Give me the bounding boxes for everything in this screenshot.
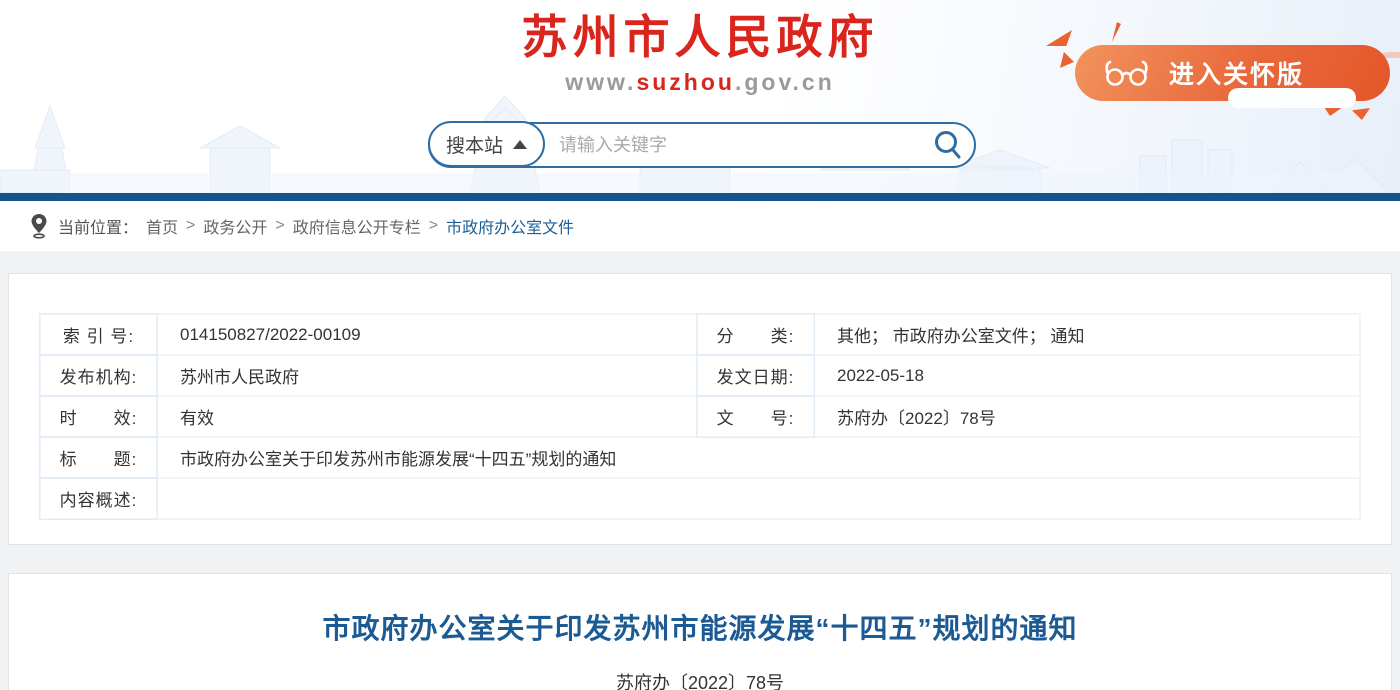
issue-date-value: 2022-05-18 xyxy=(814,355,1360,396)
location-pin-icon xyxy=(30,213,48,239)
index-number-value: 014150827/2022-00109 xyxy=(157,314,697,355)
category-value: 其他； 市政府办公室文件； 通知 xyxy=(814,314,1360,355)
search-button[interactable] xyxy=(922,124,974,166)
document-meta-table: 索 引 号: 014150827/2022-00109 分 类: 其他； 市政府… xyxy=(39,313,1361,520)
doc-number-label: 文 号: xyxy=(697,396,814,437)
document-number: 苏府办〔2022〕78号 xyxy=(9,669,1391,690)
table-row: 索 引 号: 014150827/2022-00109 分 类: 其他； 市政府… xyxy=(40,314,1360,355)
breadcrumb-label: 当前位置： xyxy=(58,214,138,238)
validity-value: 有效 xyxy=(157,396,697,437)
document-body-card: 市政府办公室关于印发苏州市能源发展“十四五”规划的通知 苏府办〔2022〕78号 xyxy=(8,573,1392,690)
table-row: 时 效: 有效 文 号: 苏府办〔2022〕78号 xyxy=(40,396,1360,437)
search-scope-dropdown[interactable]: 搜本站 xyxy=(428,121,545,167)
glasses-icon xyxy=(1101,58,1153,88)
breadcrumb-separator: > xyxy=(429,217,438,235)
search-input[interactable] xyxy=(545,135,922,156)
site-header: 苏州市人民政府 www.suzhou.gov.cn 搜本站 xyxy=(0,0,1400,193)
summary-value xyxy=(157,478,1360,519)
issuing-agency-label: 发布机构: xyxy=(40,355,157,396)
validity-label: 时 效: xyxy=(40,396,157,437)
search-icon xyxy=(932,129,964,161)
table-row: 发布机构: 苏州市人民政府 发文日期: 2022-05-18 xyxy=(40,355,1360,396)
index-number-label: 索 引 号: xyxy=(40,314,157,355)
care-version-label: 进入关怀版 xyxy=(1169,55,1304,91)
site-url-brand: suzhou xyxy=(636,69,735,95)
breadcrumb-item-home[interactable]: 首页 xyxy=(146,214,178,238)
breadcrumb-item-office-documents[interactable]: 市政府办公室文件 xyxy=(446,214,574,238)
category-label: 分 类: xyxy=(697,314,814,355)
issuing-agency-value: 苏州市人民政府 xyxy=(157,355,697,396)
care-button-notch xyxy=(1228,88,1356,108)
doc-number-value: 苏府办〔2022〕78号 xyxy=(814,396,1360,437)
header-divider-bar xyxy=(0,193,1400,201)
site-url-suffix: .gov.cn xyxy=(735,69,835,95)
breadcrumb-item-open-gov[interactable]: 政务公开 xyxy=(203,214,267,238)
breadcrumb-separator: > xyxy=(186,217,195,235)
breadcrumb-separator: > xyxy=(275,217,284,235)
summary-label: 内容概述: xyxy=(40,478,157,519)
dropdown-arrow-icon xyxy=(513,140,527,149)
care-version-button[interactable]: 进入关怀版 xyxy=(1075,45,1390,101)
table-row: 标 题: 市政府办公室关于印发苏州市能源发展“十四五”规划的通知 xyxy=(40,437,1360,478)
table-row: 内容概述: xyxy=(40,478,1360,519)
title-label: 标 题: xyxy=(40,437,157,478)
document-meta-card: 索 引 号: 014150827/2022-00109 分 类: 其他； 市政府… xyxy=(8,273,1392,545)
breadcrumb-item-info-disclosure[interactable]: 政府信息公开专栏 xyxy=(293,214,421,238)
title-value: 市政府办公室关于印发苏州市能源发展“十四五”规划的通知 xyxy=(157,437,1360,478)
search-scope-label: 搜本站 xyxy=(446,131,503,158)
search-bar: 搜本站 xyxy=(428,122,976,168)
document-title: 市政府办公室关于印发苏州市能源发展“十四五”规划的通知 xyxy=(9,607,1391,647)
issue-date-label: 发文日期: xyxy=(697,355,814,396)
site-logo-title[interactable]: 苏州市人民政府 xyxy=(522,12,879,63)
breadcrumb: 当前位置： 首页 > 政务公开 > 政府信息公开专栏 > 市政府办公室文件 xyxy=(0,201,1400,251)
site-url-prefix: www. xyxy=(565,69,636,95)
